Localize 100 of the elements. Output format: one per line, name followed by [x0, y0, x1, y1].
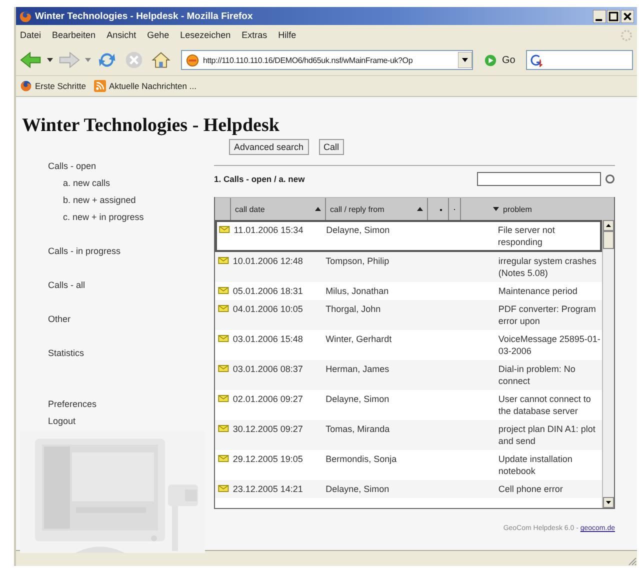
bookmark-link[interactable]: Erste Schritte: [35, 81, 86, 91]
column-header[interactable]: problem: [461, 198, 614, 220]
table-cell-text: Winter, Gerhardt: [326, 333, 393, 345]
table-cell-text: 11.01.2006 15:34: [232, 224, 304, 236]
search-field[interactable]: [526, 50, 633, 70]
scroll-down-button[interactable]: [603, 497, 614, 508]
sidebar-link[interactable]: a. new calls: [63, 175, 110, 192]
sidebar-link[interactable]: Preferences: [48, 396, 97, 413]
table-cell-text: irregular system crashes (Notes 5.08): [498, 255, 598, 279]
column-header[interactable]: call date: [231, 198, 326, 220]
scrollbar[interactable]: [602, 220, 614, 508]
home-icon[interactable]: [150, 50, 172, 70]
search-engine-icon: [530, 54, 544, 66]
table-row[interactable]: 02.01.2006 09:27 Delayne, Simon User cannot connect to the database server: [215, 390, 602, 420]
maximize-button[interactable]: [607, 10, 620, 22]
envelope-icon: [218, 335, 229, 342]
table-cell-text: Dial-in problem: No connect: [498, 363, 576, 387]
table-cell-text: Tomas, Miranda: [326, 423, 391, 435]
menu-item[interactable]: Extras: [242, 30, 268, 40]
table-cell-text: Bermondis, Sonja: [326, 453, 398, 465]
resize-grip-icon[interactable]: [627, 556, 637, 566]
table-cell-text: 23.12.2005 14:21: [232, 483, 304, 495]
envelope-icon: [218, 365, 229, 372]
forward-icon[interactable]: [58, 50, 80, 70]
page-heading: Winter Technologies - Helpdesk: [22, 115, 280, 137]
table-row[interactable]: 23.12.2005 14:21 Delayne, Simon Cell phone error: [215, 480, 602, 498]
menu-item[interactable]: Lesezeichen: [180, 30, 231, 40]
menu-item[interactable]: Gehe: [147, 30, 170, 40]
sidebar-link[interactable]: Calls - in progress: [48, 243, 121, 260]
go-icon[interactable]: [484, 54, 497, 66]
table-row[interactable]: 10.01.2006 12:48 Tompson, Philip irregular system crashes (Notes 5.08): [215, 252, 602, 282]
envelope-icon: [218, 287, 229, 294]
scrollbar-thumb[interactable]: [603, 231, 614, 249]
menu-item[interactable]: Hilfe: [278, 30, 296, 40]
table-cell-text: Herman, James: [326, 363, 390, 375]
section-title: 1. Calls - open / a. new: [214, 174, 306, 184]
scroll-up-button[interactable]: [603, 220, 614, 231]
table-row[interactable]: 29.12.2005 19:05 Bermondis, Sonja Update installation notebook: [215, 450, 602, 480]
table-cell: VoiceMessage 25895-01-03-2006: [498, 333, 601, 357]
envelope-icon: [218, 455, 229, 462]
table-cell-text: 05.01.2006 18:31: [232, 285, 304, 297]
sidebar-link[interactable]: Calls - all: [48, 277, 86, 294]
quick-search-field[interactable]: [477, 172, 601, 186]
table-row[interactable]: 03.01.2006 15:48 Winter, Gerhardt VoiceMessage 25895-01-03-2006: [215, 330, 602, 360]
table-cell-text: Thorgal, John: [326, 303, 382, 315]
address-field[interactable]: http://110.110.110.16/DEMO6/hd65uk.nsf/wMainFrame-uk?Op: [181, 50, 473, 70]
window-title: Winter Technologies - Helpdesk - Mozilla Firefox: [35, 10, 254, 22]
sidebar-link[interactable]: Statistics: [48, 345, 84, 362]
envelope-icon: [218, 485, 229, 492]
throbber-icon: [620, 28, 633, 42]
envelope-icon: [218, 257, 229, 264]
table-cell-text: 30.12.2005 09:27: [232, 423, 304, 435]
table-row[interactable]: 04.01.2006 10:05 Thorgal, John PDF converter: Program error upon: [215, 300, 602, 330]
go-button[interactable]: Go: [502, 54, 516, 66]
menu-item[interactable]: Datei: [20, 30, 42, 40]
close-button[interactable]: [621, 10, 634, 22]
table-cell-text: 02.01.2006 09:27: [232, 393, 304, 405]
firefox-icon: [20, 80, 32, 92]
table-cell-text: User cannot connect to the database server: [498, 393, 592, 417]
firefox-icon: [19, 10, 32, 22]
table-cell-text: Tompson, Philip: [326, 255, 390, 267]
envelope-icon: [219, 226, 230, 233]
table-cell-text: 29.12.2005 19:05: [232, 453, 304, 465]
action-button[interactable]: Call: [318, 139, 344, 155]
action-button[interactable]: Advanced search: [229, 139, 309, 155]
sidebar-link[interactable]: Other: [48, 311, 71, 328]
search-go-icon[interactable]: [605, 174, 615, 184]
table-cell-text: Milus, Jonathan: [326, 285, 390, 297]
back-icon[interactable]: [20, 50, 42, 70]
site-icon: [186, 54, 199, 66]
table-cell-text: Delayne, Simon: [326, 393, 390, 405]
sidebar-link[interactable]: Logout: [48, 413, 76, 430]
envelope-icon: [218, 395, 229, 402]
rss-icon: [94, 80, 106, 92]
envelope-icon: [218, 305, 229, 312]
table-row[interactable]: 05.01.2006 18:31 Milus, Jonathan Maintenance period: [215, 282, 602, 300]
sidebar-link[interactable]: c. new + in progress: [63, 209, 144, 226]
menu-item[interactable]: Ansicht: [106, 30, 136, 40]
minimize-button[interactable]: [593, 10, 606, 22]
table-cell-text: Update installation notebook: [498, 453, 574, 477]
table-cell-text: project plan DIN A1: plot and send: [498, 423, 596, 447]
table-cell-text: Delayne, Simon: [326, 224, 391, 236]
dropdown-caret-icon[interactable]: [47, 58, 53, 62]
table-cell-text: PDF converter: Program error upon: [498, 303, 597, 327]
table-cell-text: 03.01.2006 15:48: [232, 333, 304, 345]
sidebar-link[interactable]: b. new + assigned: [63, 192, 136, 209]
sidebar-link[interactable]: Calls - open: [48, 158, 96, 175]
envelope-icon: [218, 425, 229, 432]
bookmark-link[interactable]: Aktuelle Nachrichten ...: [109, 81, 196, 91]
table-row[interactable]: 30.12.2005 09:27 Tomas, Miranda project plan DIN A1: plot and send: [215, 420, 602, 450]
table-cell-text: Maintenance period: [498, 285, 578, 297]
table-row[interactable]: 03.01.2006 08:37 Herman, James Dial-in problem: No connect: [215, 360, 602, 390]
menu-item[interactable]: Bearbeiten: [52, 30, 96, 40]
table-cell-text: File server not responding: [498, 224, 556, 248]
table-row[interactable]: 11.01.2006 15:34 Delayne, Simon File server not responding: [215, 220, 602, 252]
table-cell-text: Cell phone error: [498, 483, 564, 495]
table-cell-text: 04.01.2006 10:05: [232, 303, 304, 315]
dropdown-button[interactable]: [458, 52, 472, 68]
column-header[interactable]: call / reply from: [326, 198, 428, 220]
table-cell-text: 10.01.2006 12:48: [232, 255, 304, 267]
